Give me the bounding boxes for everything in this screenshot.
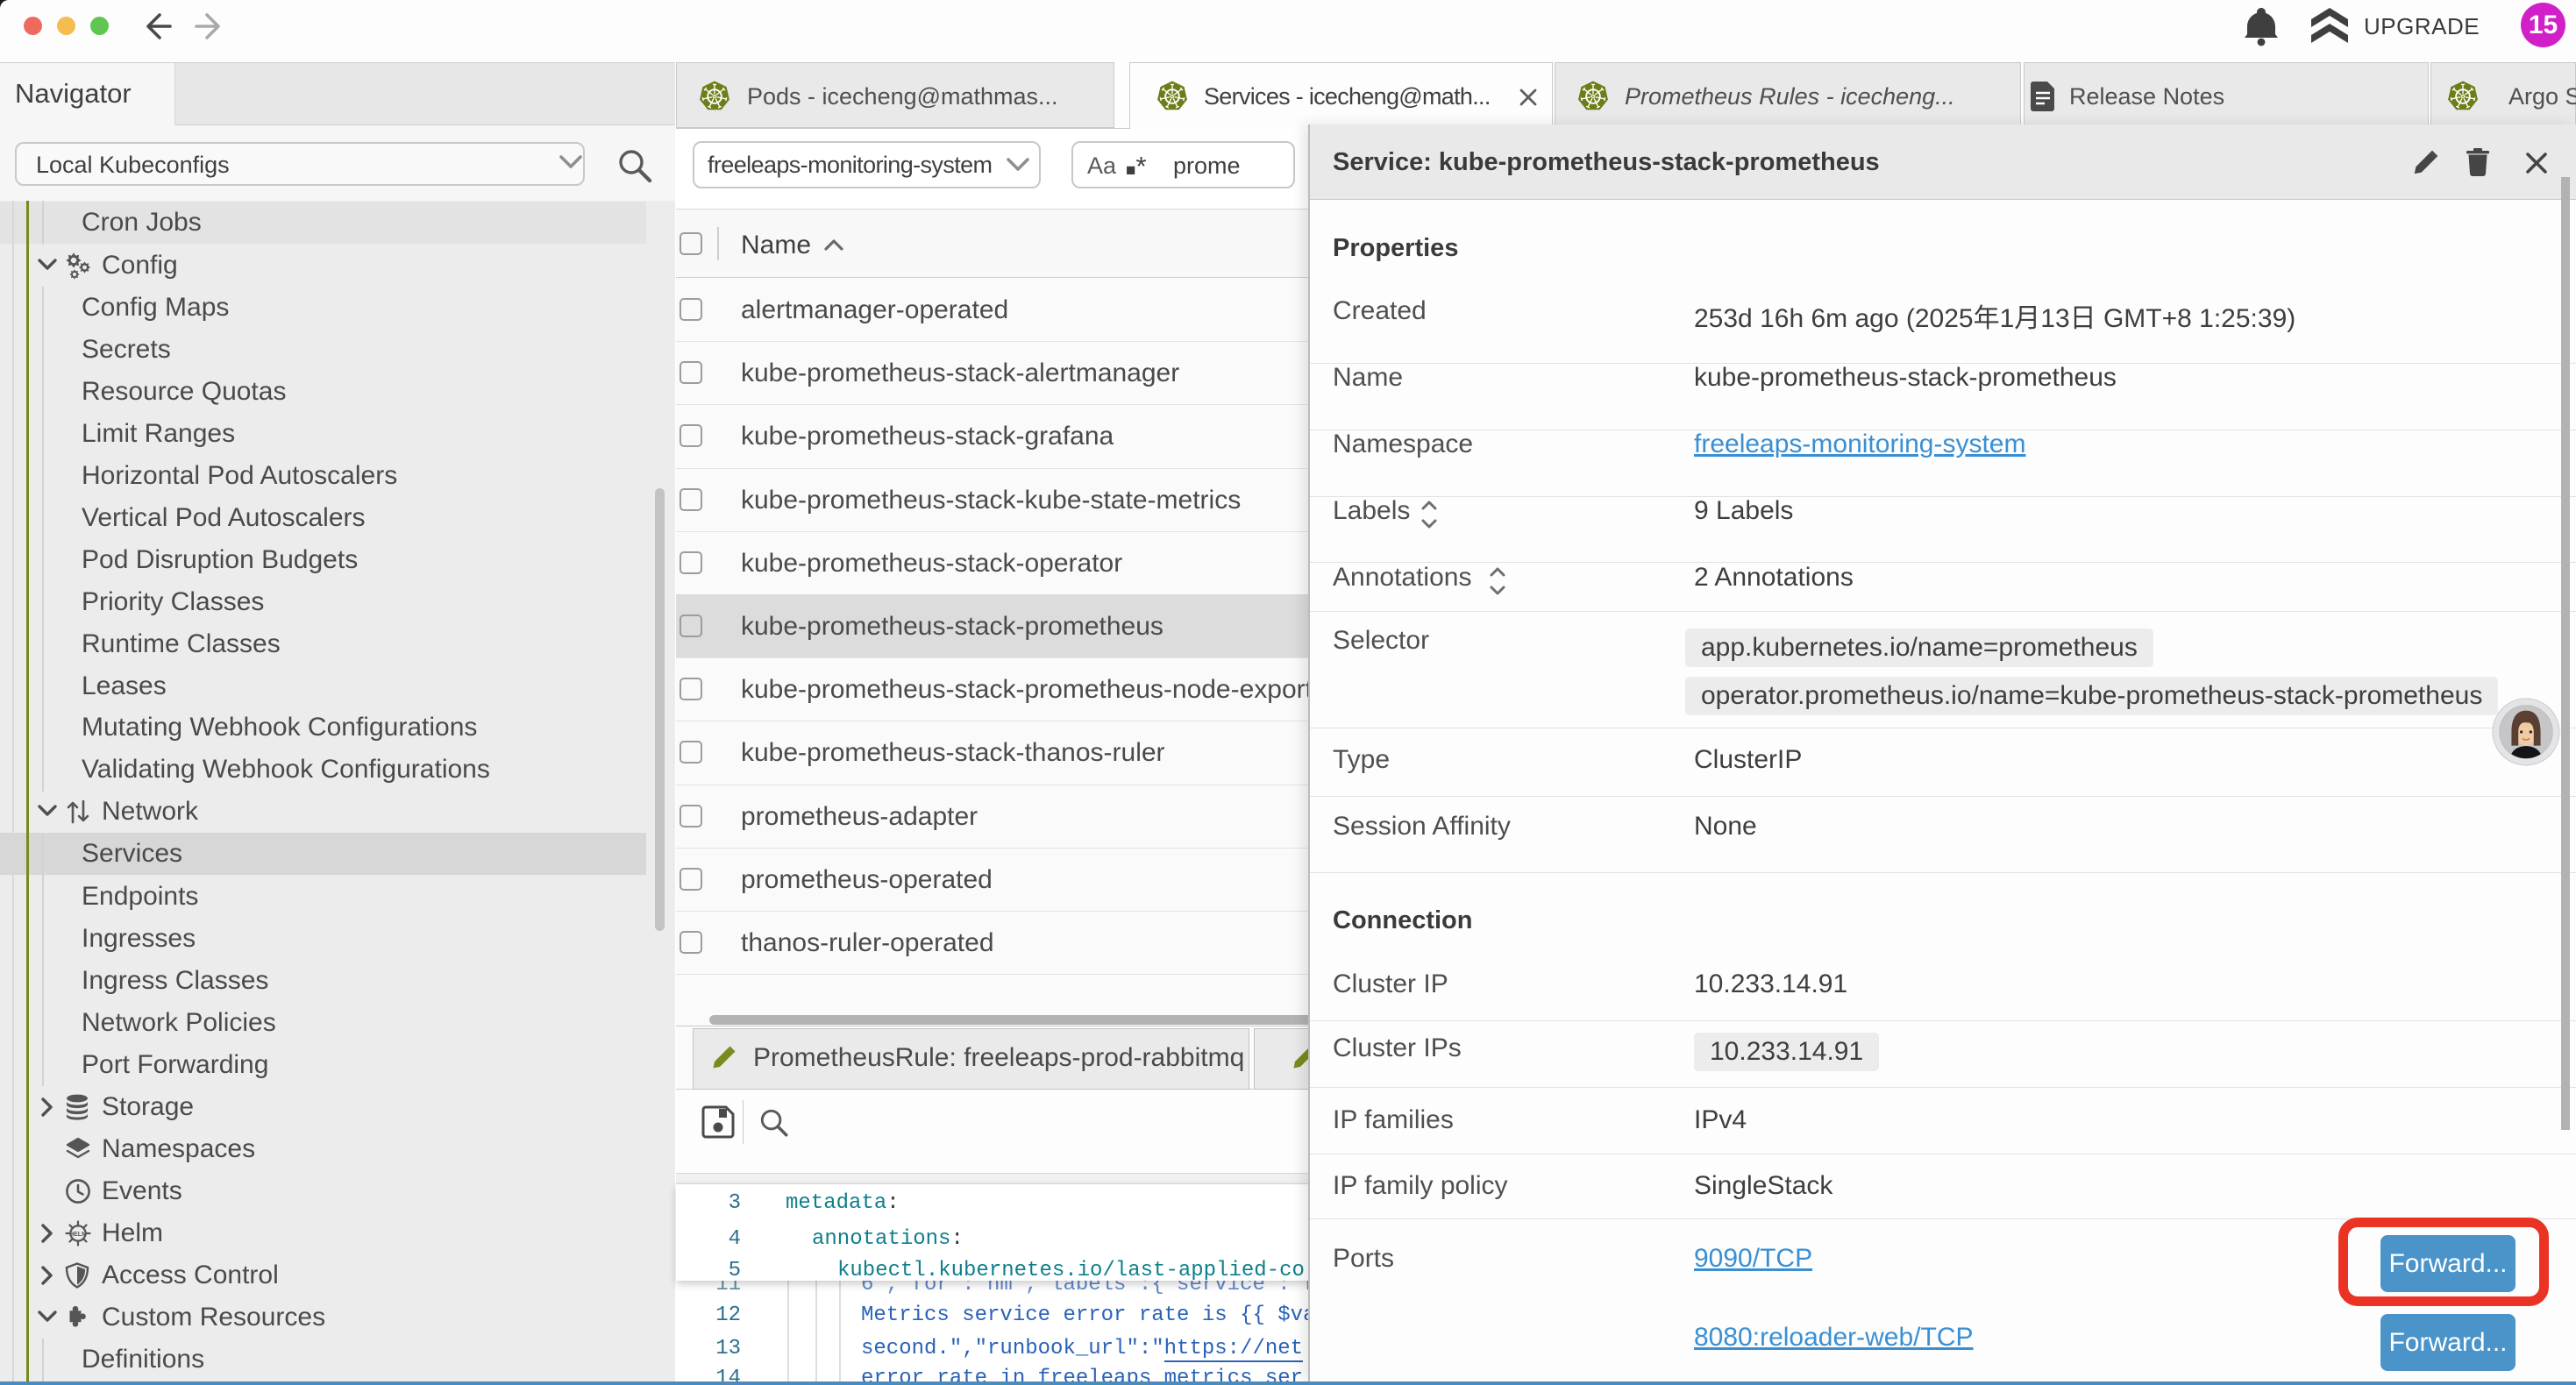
- svg-text:HELM: HELM: [69, 1232, 87, 1238]
